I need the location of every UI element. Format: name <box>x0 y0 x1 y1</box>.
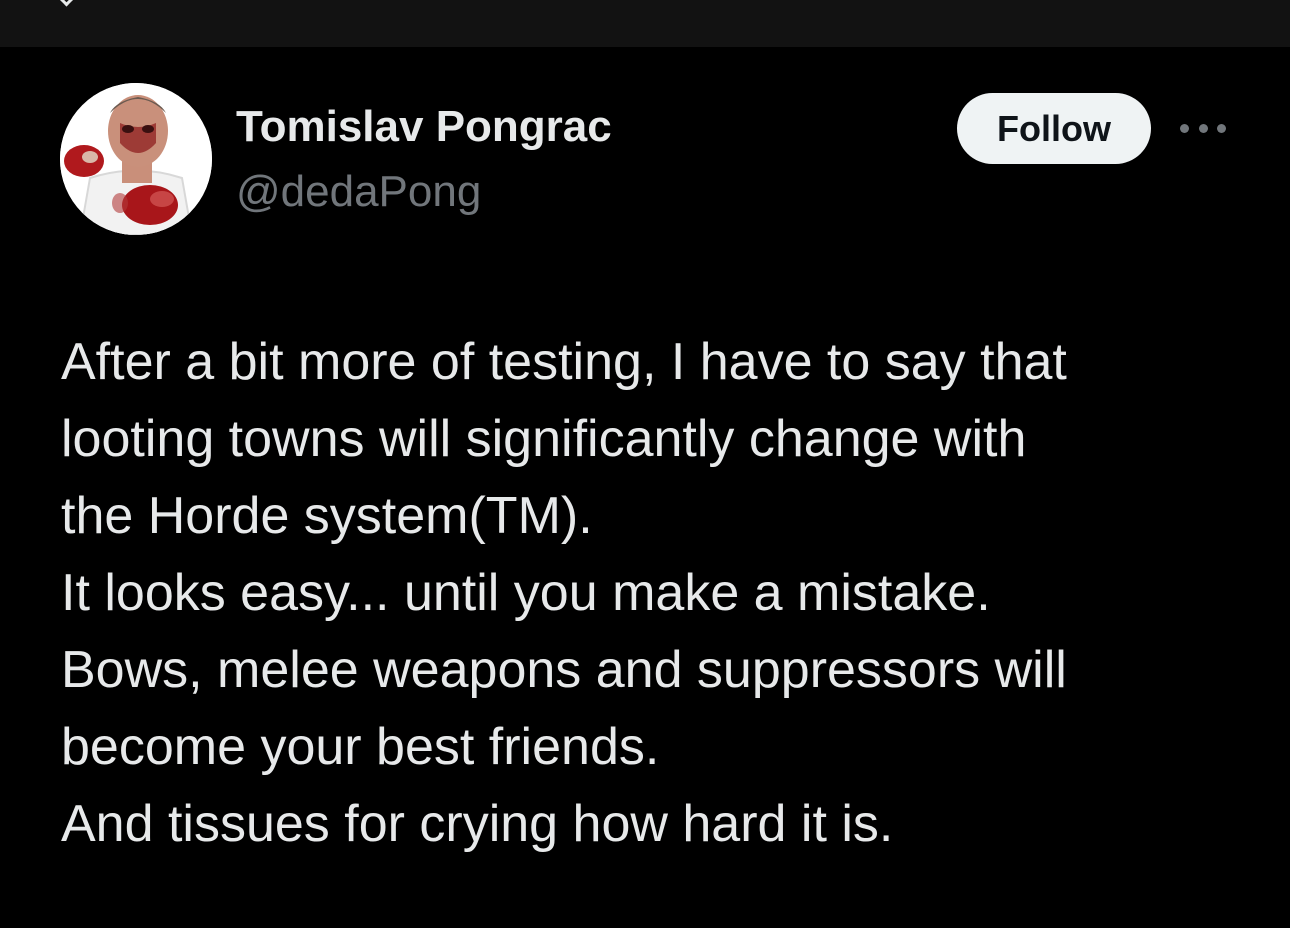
more-options-icon[interactable] <box>1180 113 1226 143</box>
tweet-text-line: become your best friends. <box>61 718 660 776</box>
author-handle[interactable]: @dedaPong <box>236 167 481 217</box>
profile-avatar-image <box>60 83 212 235</box>
tweet-text-line: It looks easy... until you make a mistak… <box>61 564 991 622</box>
back-arrow-icon[interactable] <box>54 0 79 7</box>
tweet-text-line: looting towns will significantly change … <box>61 410 1027 468</box>
tweet-text-line: the Horde system(TM). <box>61 487 593 545</box>
follow-button[interactable]: Follow <box>957 93 1151 164</box>
tweet-text: After a bit more of testing, I have to s… <box>61 324 1241 863</box>
tweet-card: Tomislav Pongrac @dedaPong Follow After … <box>0 47 1290 928</box>
top-bar <box>0 0 1290 47</box>
author-name[interactable]: Tomislav Pongrac <box>236 102 612 152</box>
more-dot <box>1180 123 1189 133</box>
more-dot <box>1198 123 1208 133</box>
tweet-text-line: And tissues for crying how hard it is. <box>61 795 894 853</box>
avatar[interactable] <box>60 83 212 235</box>
tweet-text-line: After a bit more of testing, I have to s… <box>61 333 1067 391</box>
tweet-text-line: Bows, melee weapons and suppressors will <box>61 641 1067 699</box>
more-dot <box>1217 123 1226 133</box>
